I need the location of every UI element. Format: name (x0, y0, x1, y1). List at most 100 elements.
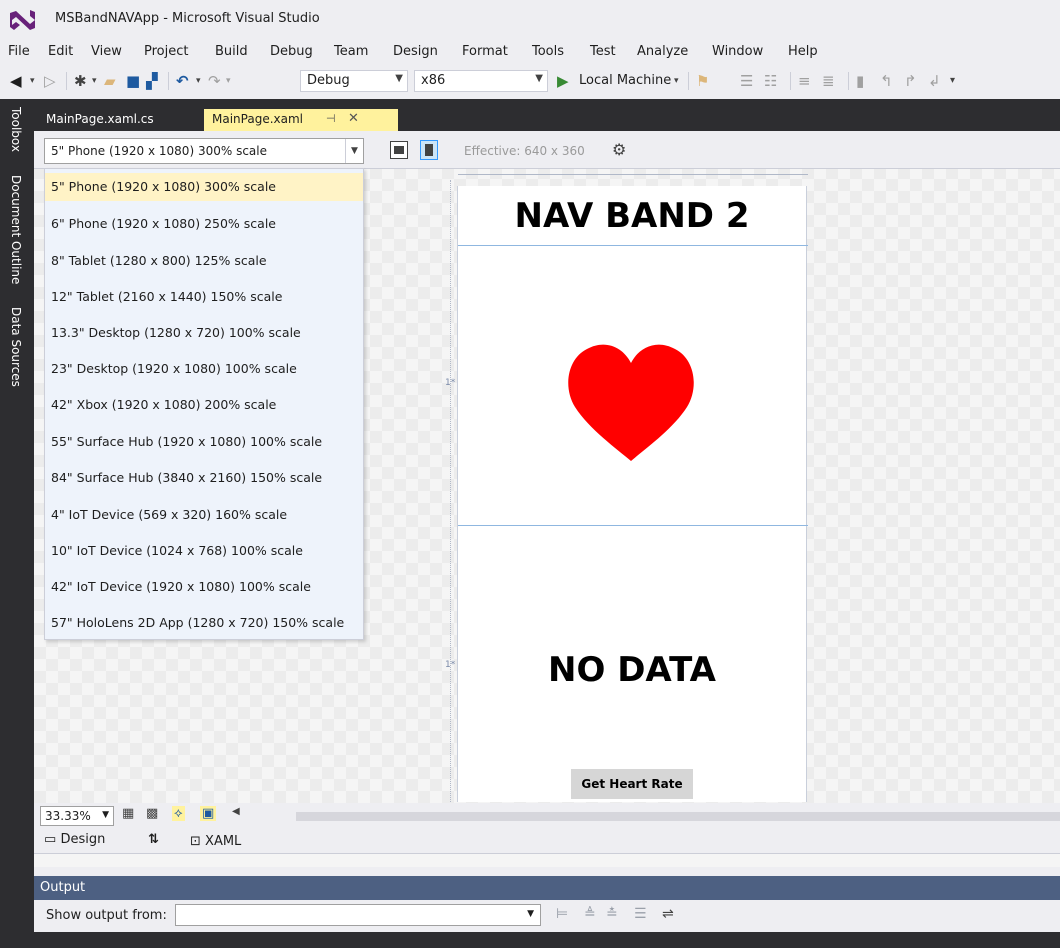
tab-mainpage-xaml[interactable]: MainPage.xaml ⊣ ✕ (204, 109, 398, 131)
device-option[interactable]: 5" Phone (1920 x 1080) 300% scale (45, 173, 363, 201)
previous-message-icon[interactable]: ≜ (584, 906, 596, 922)
start-debugging-icon[interactable]: ▶ (557, 72, 569, 90)
menu-design[interactable]: Design (393, 44, 438, 59)
device-option[interactable]: 42" IoT Device (1920 x 1080) 100% scale (45, 573, 363, 601)
device-dropdown-list: 5" Phone (1920 x 1080) 300% scale 6" Pho… (44, 168, 364, 640)
chevron-down-icon: ▼ (527, 909, 534, 919)
platform-value: x86 (421, 73, 446, 88)
bookmark-icon[interactable]: ▮ (856, 72, 864, 90)
device-option[interactable]: 6" Phone (1920 x 1080) 250% scale (45, 210, 363, 238)
menu-team[interactable]: Team (334, 44, 368, 59)
output-title: Output (40, 880, 86, 895)
menu-window[interactable]: Window (712, 44, 763, 59)
tab-mainpage-xaml-cs[interactable]: MainPage.xaml.cs (38, 109, 162, 131)
menu-project[interactable]: Project (144, 44, 188, 59)
menu-build[interactable]: Build (215, 44, 248, 59)
device-option[interactable]: 84" Surface Hub (3840 x 2160) 150% scale (45, 464, 363, 492)
device-select[interactable]: 5" Phone (1920 x 1080) 300% scale ▼ (44, 138, 364, 164)
sidebar-tab-document-outline[interactable]: Document Outline (9, 175, 23, 284)
menu-tools[interactable]: Tools (532, 44, 564, 59)
save-all-icon[interactable]: ▞ (146, 72, 158, 90)
device-option[interactable]: 23" Desktop (1920 x 1080) 100% scale (45, 355, 363, 383)
view-tabs (34, 829, 1060, 853)
clear-bookmarks-icon[interactable]: ↲ (928, 72, 941, 90)
close-icon[interactable]: ✕ (348, 111, 359, 126)
device-option[interactable]: 13.3" Desktop (1280 x 720) 100% scale (45, 319, 363, 347)
heart-shape (568, 344, 694, 461)
status-strip (34, 932, 1060, 948)
xaml-view-icon: ⊡ (190, 834, 201, 849)
menu-file[interactable]: File (8, 44, 30, 59)
phone-artboard[interactable] (457, 186, 808, 802)
gear-icon[interactable]: ⚙ (612, 140, 626, 159)
device-option[interactable]: 55" Surface Hub (1920 x 1080) 100% scale (45, 428, 363, 456)
sidebar-tab-toolbox[interactable]: Toolbox (9, 107, 23, 152)
word-wrap-icon[interactable]: ⇌ (662, 906, 674, 922)
ruler-top (458, 174, 808, 180)
save-icon[interactable]: ■ (126, 72, 140, 90)
menu-analyze[interactable]: Analyze (637, 44, 688, 59)
output-source-select[interactable]: ▼ (175, 904, 541, 926)
menu-view[interactable]: View (91, 44, 122, 59)
zoom-select[interactable]: 33.33% ▼ (40, 806, 114, 826)
back-dropdown-icon[interactable]: ▾ (30, 72, 35, 90)
new-dropdown-icon[interactable]: ▾ (92, 72, 97, 90)
browser-link-icon[interactable]: ⚑ (696, 72, 709, 90)
menu-help[interactable]: Help (788, 44, 818, 59)
run-target-button[interactable]: Local Machine (579, 72, 671, 90)
sidebar-tab-data-sources[interactable]: Data Sources (9, 307, 23, 387)
snap-grid-icon[interactable]: ▩ (146, 806, 158, 821)
prev-bookmark-icon[interactable]: ↰ (880, 72, 893, 90)
device-option[interactable]: 57" HoloLens 2D App (1280 x 720) 150% sc… (45, 609, 363, 637)
tool-window-sidebar: Toolbox Document Outline Data Sources (0, 99, 34, 948)
device-option[interactable]: 4" IoT Device (569 x 320) 160% scale (45, 501, 363, 529)
device-option[interactable]: 10" IoT Device (1024 x 768) 100% scale (45, 537, 363, 565)
undo-icon[interactable]: ↶ (176, 72, 189, 90)
forward-icon[interactable]: ▷ (44, 72, 56, 90)
snap-lines-icon[interactable]: ⟡ (172, 806, 185, 821)
comment-icon[interactable]: ☰ (740, 72, 753, 90)
uncomment-icon[interactable]: ☷ (764, 72, 777, 90)
ruler-left (450, 180, 451, 802)
outdent-icon[interactable]: ≣ (822, 72, 835, 90)
platform-select[interactable]: x86 ▼ (414, 70, 548, 92)
chevron-down-icon: ▼ (102, 810, 109, 820)
redo-icon[interactable]: ↷ (208, 72, 221, 90)
scroll-left-icon[interactable]: ◀ (232, 806, 240, 817)
run-target-dropdown-icon[interactable]: ▾ (674, 72, 679, 90)
menu-test[interactable]: Test (590, 44, 616, 59)
toolbar-overflow-icon[interactable]: ▾ (950, 72, 955, 90)
device-option[interactable]: 8" Tablet (1280 x 800) 125% scale (45, 247, 363, 275)
back-icon[interactable]: ◀ (10, 72, 22, 90)
grid-icon[interactable]: ▦ (122, 806, 134, 821)
visual-studio-logo-icon (10, 10, 35, 30)
next-message-icon[interactable]: ≛ (606, 906, 618, 922)
find-message-icon[interactable]: ⊨ (556, 906, 568, 922)
undo-dropdown-icon[interactable]: ▾ (196, 72, 201, 90)
get-heart-rate-button[interactable]: Get Heart Rate (571, 769, 693, 799)
device-option[interactable]: 42" Xbox (1920 x 1080) 200% scale (45, 391, 363, 419)
new-project-icon[interactable]: ✱ (74, 72, 87, 90)
indent-icon[interactable]: ≡ (798, 72, 811, 90)
landscape-orientation-button[interactable] (390, 141, 408, 159)
chevron-down-icon: ▼ (535, 73, 543, 84)
tab-xaml[interactable]: ⊡ XAML (190, 834, 241, 849)
open-folder-icon[interactable]: ▰ (104, 72, 116, 90)
configuration-select[interactable]: Debug ▼ (300, 70, 408, 92)
window-title: MSBandNAVApp - Microsoft Visual Studio (55, 11, 320, 26)
chevron-down-icon: ▼ (395, 73, 403, 84)
horizontal-scrollbar[interactable] (296, 812, 1060, 821)
device-option[interactable]: 12" Tablet (2160 x 1440) 150% scale (45, 283, 363, 311)
heart-rate-status-text: NO DATA (548, 650, 716, 690)
menu-debug[interactable]: Debug (270, 44, 313, 59)
project-code-icon[interactable]: ▣ (200, 806, 217, 821)
clear-all-icon[interactable]: ☰ (634, 906, 647, 922)
redo-dropdown-icon[interactable]: ▾ (226, 72, 231, 90)
next-bookmark-icon[interactable]: ↱ (904, 72, 917, 90)
menu-format[interactable]: Format (462, 44, 508, 59)
pin-icon[interactable]: ⊣ (326, 112, 336, 125)
tab-design[interactable]: ▭ Design (44, 832, 105, 847)
portrait-orientation-button[interactable] (420, 140, 438, 160)
menu-edit[interactable]: Edit (48, 44, 73, 59)
swap-panes-icon[interactable]: ⇅ (148, 832, 159, 847)
